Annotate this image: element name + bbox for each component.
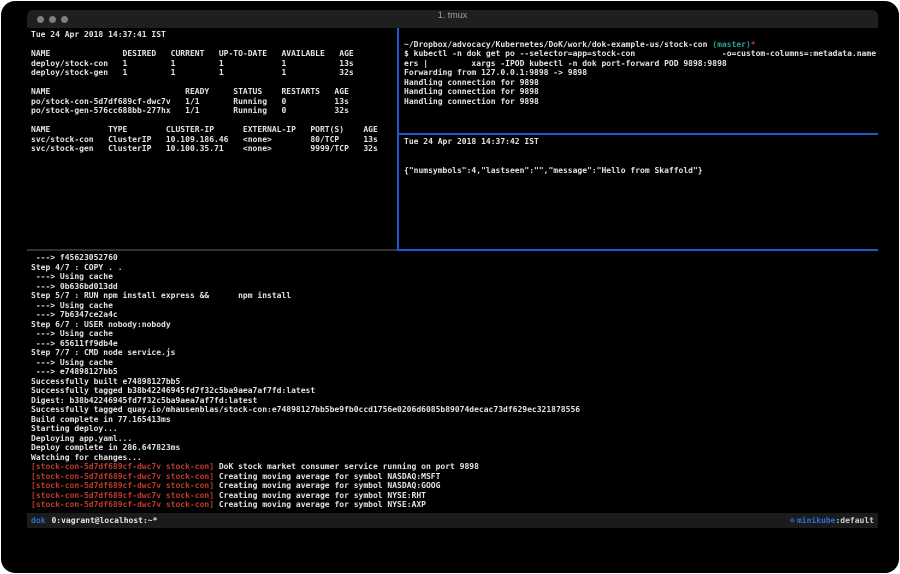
terminal-line: Step 7/7 : CMD node service.js <box>31 348 874 358</box>
pane-curl-output[interactable]: Tue 24 Apr 2018 14:37:42 IST {"numsymbols… <box>404 137 876 248</box>
kube-context-name: minikube <box>797 516 836 525</box>
tmux-window-label[interactable]: 0:vagrant@localhost:~* <box>51 516 157 525</box>
terminal-line: ers | xargs -IPOD kubectl -n dok port-fo… <box>404 59 876 69</box>
page-background: 1. tmux Tue 24 Apr 2018 14:37:41 IST NAME… <box>1 1 899 573</box>
pane-port-forward[interactable]: ~/Dropbox/advocacy/Kubernetes/DoK/work/d… <box>404 30 876 133</box>
terminal-line: Deploying app.yaml... <box>31 434 874 444</box>
terminal-line: Handling connection for 9898 <box>404 87 876 97</box>
terminal-line: ~/Dropbox/advocacy/Kubernetes/DoK/work/d… <box>404 40 876 50</box>
kube-namespace: :default <box>835 516 874 525</box>
terminal-line <box>31 40 397 50</box>
terminal-line: [stock-con-5d7df689cf-dwc7v stock-con] C… <box>31 500 874 510</box>
terminal-line <box>404 156 876 166</box>
tmux-status-bar: dok 0:vagrant@localhost:~* ☸ minikube :d… <box>27 513 878 528</box>
terminal-line: deploy/stock-con 1 1 1 1 13s <box>31 59 397 69</box>
divider-active-segment <box>397 249 878 251</box>
terminal-line: ---> 0b636bd013dd <box>31 282 874 292</box>
terminal-line: [stock-con-5d7df689cf-dwc7v stock-con] C… <box>31 472 874 482</box>
pane-divider-horizontal-full[interactable] <box>27 249 878 251</box>
terminal-line: Tue 24 Apr 2018 14:37:42 IST <box>404 137 876 147</box>
terminal-line: Forwarding from 127.0.0.1:9898 -> 9898 <box>404 68 876 78</box>
pane-skaffold-build-log[interactable]: ---> f45623052760Step 4/7 : COPY . . ---… <box>31 253 874 511</box>
terminal-line: po/stock-gen-576cc688bb-277hx 1/1 Runnin… <box>31 106 397 116</box>
terminal-line: svc/stock-gen ClusterIP 10.100.35.71 <no… <box>31 144 397 154</box>
terminal-line: [stock-con-5d7df689cf-dwc7v stock-con] D… <box>31 462 874 472</box>
tmux-session-name[interactable]: dok <box>31 516 45 525</box>
terminal-line: Step 4/7 : COPY . . <box>31 263 874 273</box>
terminal-window: 1. tmux Tue 24 Apr 2018 14:37:41 IST NAME… <box>27 10 878 528</box>
terminal-line: ---> Using cache <box>31 301 874 311</box>
terminal-line <box>404 147 876 157</box>
kubernetes-helm-icon: ☸ <box>790 516 795 525</box>
terminal-line: Handling connection for 9898 <box>404 97 876 107</box>
terminal-line: Handling connection for 9898 <box>404 78 876 88</box>
terminal-line: Watching for changes... <box>31 453 874 463</box>
divider-inactive-segment <box>27 249 397 251</box>
terminal-line: svc/stock-con ClusterIP 10.109.186.46 <n… <box>31 135 397 145</box>
terminal-line: NAME TYPE CLUSTER-IP EXTERNAL-IP PORT(S)… <box>31 125 397 135</box>
tmux-content-area: Tue 24 Apr 2018 14:37:41 IST NAME DESIRED… <box>27 28 878 513</box>
window-title: 1. tmux <box>27 10 878 28</box>
terminal-line: ---> 7b6347ce2a4c <box>31 310 874 320</box>
terminal-line <box>31 116 397 126</box>
terminal-line: ---> e74898127bb5 <box>31 367 874 377</box>
terminal-line: Tue 24 Apr 2018 14:37:41 IST <box>31 30 397 40</box>
terminal-line: ---> 65611ff9db4e <box>31 339 874 349</box>
terminal-line: [stock-con-5d7df689cf-dwc7v stock-con] C… <box>31 481 874 491</box>
terminal-line: Successfully tagged quay.io/mhausenblas/… <box>31 405 874 415</box>
window-titlebar[interactable]: 1. tmux <box>27 10 878 28</box>
terminal-line: po/stock-con-5d7df689cf-dwc7v 1/1 Runnin… <box>31 97 397 107</box>
terminal-line: Digest: b38b42246945fd7f32c5ba9aea7af7fd… <box>31 396 874 406</box>
terminal-line: Starting deploy... <box>31 424 874 434</box>
pane-divider-vertical[interactable] <box>397 28 399 249</box>
terminal-line: deploy/stock-gen 1 1 1 1 32s <box>31 68 397 78</box>
terminal-line: $ kubectl -n dok get po --selector=app=s… <box>404 49 876 59</box>
terminal-line: ---> Using cache <box>31 358 874 368</box>
pane-kubectl-watch[interactable]: Tue 24 Apr 2018 14:37:41 IST NAME DESIRED… <box>31 30 397 249</box>
terminal-line: NAME DESIRED CURRENT UP-TO-DATE AVAILABL… <box>31 49 397 59</box>
terminal-line: ---> Using cache <box>31 329 874 339</box>
terminal-line: ---> Using cache <box>31 272 874 282</box>
terminal-line: Step 5/7 : RUN npm install express && np… <box>31 291 874 301</box>
terminal-line: Successfully built e74898127bb5 <box>31 377 874 387</box>
terminal-line: Deploy complete in 286.647823ms <box>31 443 874 453</box>
terminal-line: {"numsymbols":4,"lastseen":"","message":… <box>404 166 876 176</box>
terminal-line: NAME READY STATUS RESTARTS AGE <box>31 87 397 97</box>
terminal-line: Step 6/7 : USER nobody:nobody <box>31 320 874 330</box>
terminal-line: ---> f45623052760 <box>31 253 874 263</box>
terminal-line: [stock-con-5d7df689cf-dwc7v stock-con] C… <box>31 491 874 501</box>
pane-divider-horizontal-right[interactable] <box>397 133 878 135</box>
terminal-line <box>404 30 876 40</box>
terminal-line: Build complete in 77.165413ms <box>31 415 874 425</box>
terminal-line <box>31 78 397 88</box>
terminal-line: Successfully tagged b38b42246945fd7f32c5… <box>31 386 874 396</box>
